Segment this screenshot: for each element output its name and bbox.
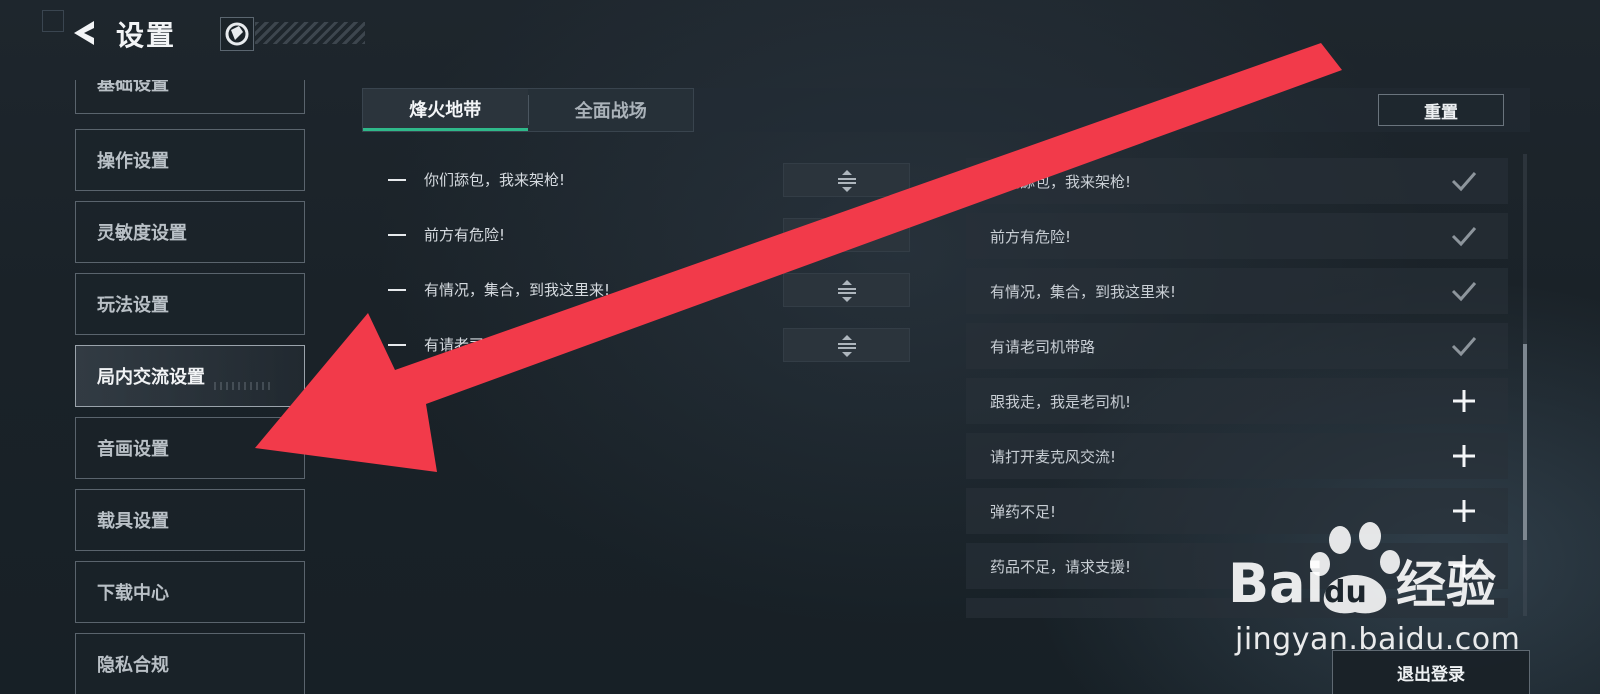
- reorder-icon: [838, 170, 856, 192]
- remove-icon[interactable]: [388, 344, 406, 346]
- sidebar-item-label: 操作设置: [97, 151, 169, 172]
- check-icon: [1451, 227, 1477, 247]
- sidebar-item-audio-video[interactable]: 音画设置: [75, 417, 305, 479]
- sidebar-item-label: 载具设置: [97, 511, 169, 532]
- list-item: 前方有危险!: [362, 213, 912, 257]
- phrase-text: 前方有危险!: [990, 228, 1072, 246]
- sidebar-item-basic[interactable]: 基础设置: [75, 80, 305, 114]
- list-item[interactable]: 跟我走，我是老司机!: [966, 378, 1508, 424]
- drag-handle[interactable]: [783, 273, 910, 307]
- phrase-text: 你们舔包，我来架枪!: [990, 173, 1132, 191]
- phrase-text: 前方有危险!: [424, 226, 506, 244]
- svg-text:Bai: Bai: [1228, 552, 1324, 615]
- list-item[interactable]: 请打开麦克风交流!: [966, 433, 1508, 479]
- remove-icon[interactable]: [388, 289, 406, 291]
- plus-icon[interactable]: [1450, 442, 1478, 470]
- drag-handle[interactable]: [783, 163, 910, 197]
- reorder-icon: [838, 225, 856, 247]
- corner-frame: [42, 10, 64, 32]
- active-item-decoration: [214, 382, 274, 390]
- list-item: 你们舔包，我来架枪!: [362, 158, 912, 202]
- game-logo-icon: [220, 17, 254, 51]
- phrase-text: 药品不足，请求支援!: [990, 558, 1132, 576]
- plus-icon[interactable]: [1450, 387, 1478, 415]
- header-decoration: [255, 22, 365, 44]
- check-icon: [1451, 172, 1477, 192]
- sidebar-item-label: 玩法设置: [97, 295, 169, 316]
- phrase-text: 有情况，集合，到我这里来!: [424, 281, 611, 299]
- svg-text:du: du: [1324, 575, 1367, 610]
- phrase-text: 有情况，集合，到我这里来!: [990, 283, 1177, 301]
- page-title: 设置: [116, 19, 177, 52]
- drag-handle[interactable]: [783, 328, 910, 362]
- phrase-text: 有请老司机带路: [990, 338, 1096, 356]
- top-bar: 设置: [0, 0, 1600, 70]
- sidebar-item-privacy[interactable]: 隐私合规: [75, 633, 305, 694]
- settings-sidebar: 基础设置 操作设置 灵敏度设置 玩法设置 局内交流设置 音画设置 载具设置 下载…: [75, 80, 305, 694]
- list-item: 有请老司机带路: [362, 323, 912, 367]
- sidebar-item-download-center[interactable]: 下载中心: [75, 561, 305, 623]
- phrase-text: 请打开麦克风交流!: [990, 448, 1117, 466]
- tab-hazard-zone[interactable]: 烽火地带: [363, 89, 528, 131]
- phrase-text: 跟我走，我是老司机!: [990, 393, 1132, 411]
- sidebar-item-label: 音画设置: [97, 439, 169, 460]
- check-icon: [1451, 337, 1477, 357]
- sidebar-item-gameplay[interactable]: 玩法设置: [75, 273, 305, 335]
- sidebar-item-label: 下载中心: [97, 583, 169, 604]
- sidebar-item-label: 隐私合规: [97, 655, 169, 676]
- remove-icon[interactable]: [388, 234, 406, 236]
- sidebar-item-label: 灵敏度设置: [97, 223, 187, 244]
- drag-handle[interactable]: [783, 218, 910, 252]
- phrase-text: 你们舔包，我来架枪!: [424, 171, 566, 189]
- svg-text:经验: 经验: [1396, 556, 1496, 614]
- sidebar-item-label: 局内交流设置: [97, 367, 205, 388]
- back-arrow-icon[interactable]: [70, 18, 100, 48]
- mode-tabs: 烽火地带 全面战场: [362, 88, 694, 132]
- list-item[interactable]: 前方有危险!: [966, 213, 1508, 259]
- reorder-icon: [838, 335, 856, 357]
- scrollbar-thumb[interactable]: [1523, 344, 1527, 540]
- sidebar-item-vehicle[interactable]: 载具设置: [75, 489, 305, 551]
- watermark-url: jingyan.baidu.com: [1235, 622, 1521, 657]
- sidebar-item-label: 基础设置: [97, 80, 169, 95]
- tab-all-out-warfare[interactable]: 全面战场: [529, 89, 694, 131]
- list-item[interactable]: 有情况，集合，到我这里来!: [966, 268, 1508, 314]
- check-icon: [1451, 282, 1477, 302]
- phrase-text: 弹药不足!: [990, 503, 1057, 521]
- phrase-text: 有请老司机带路: [424, 336, 530, 354]
- reset-button[interactable]: 重置: [1378, 94, 1504, 126]
- sidebar-item-in-match-communication[interactable]: 局内交流设置: [75, 345, 305, 407]
- list-item[interactable]: 你们舔包，我来架枪!: [966, 158, 1508, 204]
- sidebar-item-controls[interactable]: 操作设置: [75, 129, 305, 191]
- sidebar-item-sensitivity[interactable]: 灵敏度设置: [75, 201, 305, 263]
- list-item[interactable]: 有请老司机带路: [966, 323, 1508, 369]
- reorder-icon: [838, 280, 856, 302]
- remove-icon[interactable]: [388, 179, 406, 181]
- list-item: 有情况，集合，到我这里来!: [362, 268, 912, 312]
